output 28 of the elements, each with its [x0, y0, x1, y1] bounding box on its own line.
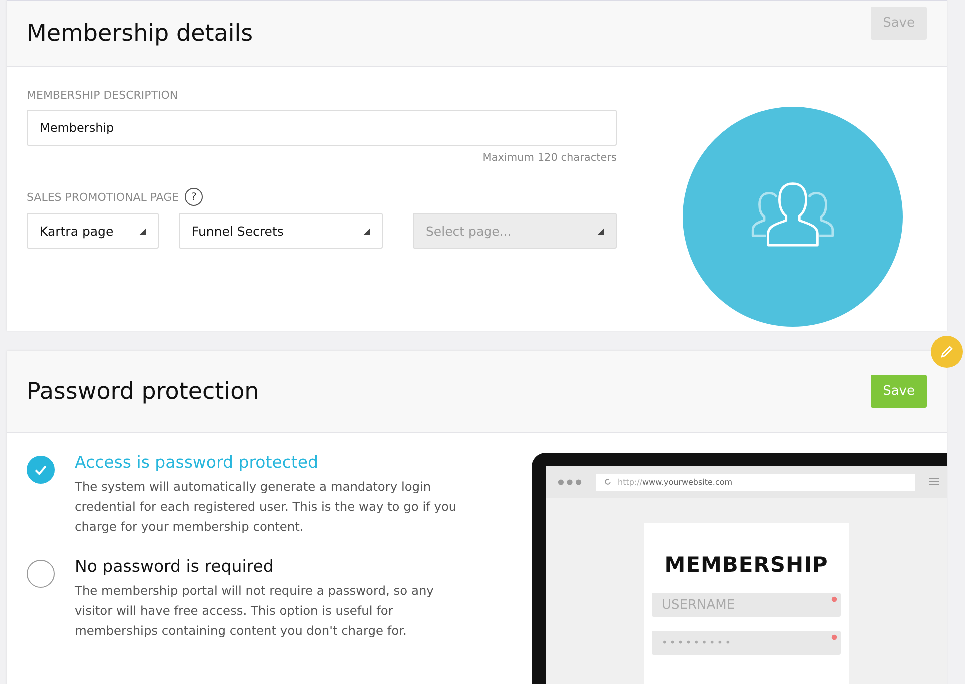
caret-icon	[363, 228, 370, 234]
caret-icon	[139, 228, 146, 234]
caret-icon	[597, 228, 604, 234]
field-label: MEMBERSHIP DESCRIPTION	[27, 89, 180, 102]
page-dropdown[interactable]: Funnel Secrets	[179, 213, 383, 249]
reload-icon	[604, 478, 612, 486]
required-icon	[831, 634, 838, 641]
radio-button[interactable]	[27, 560, 55, 588]
option-description: The membership portal will not require a password, so any visitor will have free access. This option is useful for memberships containing content you don't charge for.	[75, 583, 435, 640]
section-title: Password protection	[27, 378, 260, 404]
option-description: The system will automatically generate a mandatory login credential for each registered user. This is the way to go if you charge for your membership content.	[75, 479, 458, 536]
window-dots-icon	[558, 478, 582, 486]
character-limit-hint: Maximum 120 characters	[482, 152, 617, 164]
description-input[interactable]: Membership	[27, 110, 617, 146]
option-title: No password is required	[75, 557, 275, 576]
url-text: http://www.yourwebsite.com	[618, 478, 733, 486]
radio-button[interactable]	[27, 456, 55, 484]
menu-icon	[929, 477, 939, 487]
edit-icon[interactable]	[931, 336, 963, 368]
field-label: SALES PROMOTIONAL PAGE	[27, 190, 180, 204]
username-field: USERNAME	[652, 593, 841, 617]
login-heading: MEMBERSHIP	[664, 553, 830, 577]
required-icon	[831, 596, 838, 603]
password-field: •••••••••	[652, 631, 841, 655]
option-title: Access is password protected	[75, 453, 320, 472]
section-title: Membership details	[27, 20, 254, 46]
help-icon[interactable]: ?	[185, 188, 204, 206]
page-dropdown[interactable]: Kartra page	[27, 213, 159, 249]
